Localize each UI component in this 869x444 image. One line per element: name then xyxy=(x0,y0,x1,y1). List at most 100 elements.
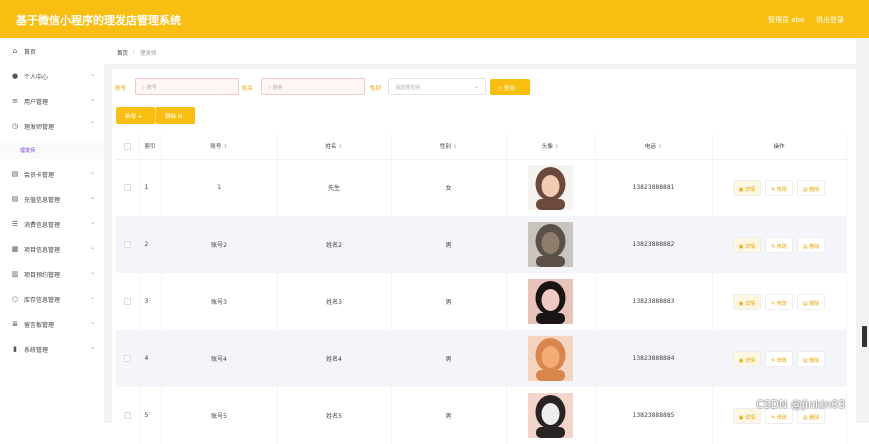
batch-delete-button[interactable]: 删除 ⊟ xyxy=(155,107,195,124)
row-account: 账号5 xyxy=(161,387,278,444)
search-icon: ⌕ xyxy=(142,85,145,91)
detail-button[interactable]: ▣ 详情 xyxy=(732,236,762,253)
name-search-placeholder: 姓名 xyxy=(272,85,283,91)
name-search-input[interactable]: ⌕ 姓名 xyxy=(261,78,365,95)
sidebar-item-home[interactable]: ⌂ 首页 xyxy=(0,41,104,61)
sidebar-item-member-cards[interactable]: ▤ 会员卡管理 ⌄ xyxy=(0,164,104,184)
row-checkbox[interactable] xyxy=(123,355,131,362)
column-header-avatar[interactable]: 头像 ⇕ xyxy=(506,134,596,160)
avatar[interactable] xyxy=(528,279,573,324)
barber-table: 索引 账号 ⇕ 姓名 ⇕ 性别 ⇕ 头像 ⇕ 电话 ⇕ 操作 1 1 先生女 138238888… xyxy=(116,134,847,444)
sidebar-subitem-label: 理发师 xyxy=(20,148,36,154)
row-select-cell[interactable] xyxy=(116,159,140,216)
row-checkbox[interactable] xyxy=(123,412,131,419)
row-avatar-cell xyxy=(506,387,596,444)
user-icon: ● xyxy=(11,72,19,80)
column-header-phone[interactable]: 电话 ⇕ xyxy=(595,134,713,160)
row-select-cell[interactable] xyxy=(116,273,140,330)
column-header-account[interactable]: 账号 ⇕ xyxy=(161,134,278,160)
sidebar-item-consumption[interactable]: ☰ 消费信息管理 ⌄ xyxy=(0,214,104,234)
sort-icon[interactable]: ⇕ xyxy=(338,144,342,150)
sidebar-item-projects[interactable]: ▦ 项目信息管理 ⌄ xyxy=(0,239,104,259)
row-avatar-cell xyxy=(506,216,596,273)
row-gender: 男 xyxy=(391,273,507,330)
delete-button[interactable]: ▤ 删除 xyxy=(796,293,826,310)
row-name: 姓名5 xyxy=(277,387,392,444)
column-header-gender[interactable]: 性别 ⇕ xyxy=(391,134,507,160)
row-phone: 13823888882 xyxy=(595,216,713,273)
sidebar-item-label: 留言板管理 xyxy=(24,322,55,329)
sort-icon[interactable]: ⇕ xyxy=(453,144,457,150)
edit-button[interactable]: ✎ 修改 xyxy=(765,179,793,196)
delete-button[interactable]: ▤ 删除 xyxy=(796,350,826,367)
sidebar-subitem-barber[interactable]: 理发师 xyxy=(0,141,104,159)
delete-button[interactable]: ▤ 删除 xyxy=(796,236,826,253)
row-avatar-cell xyxy=(506,159,596,216)
sidebar: ⌂ 首页 ● 个人中心 ⌄ ≡ 用户管理 ⌄ ◷ 理发师管理 ⌃ 理发师 ▤ 会… xyxy=(0,38,104,423)
row-phone: 13823888885 xyxy=(595,387,713,444)
chevron-down-icon: ⌄ xyxy=(90,344,96,351)
select-all-checkbox[interactable] xyxy=(123,142,131,150)
account-search-input[interactable]: ⌕ 账号 xyxy=(135,78,239,95)
row-gender: 女 xyxy=(391,159,507,216)
search-icon: ⌕ xyxy=(268,85,271,91)
row-select-cell[interactable] xyxy=(116,387,140,444)
row-index: 5 xyxy=(139,387,162,444)
avatar[interactable] xyxy=(528,165,573,211)
edit-button[interactable]: ✎ 修改 xyxy=(765,350,793,367)
row-avatar-cell xyxy=(506,330,596,387)
sidebar-item-inventory[interactable]: ○ 库存信息管理 ⌄ xyxy=(0,289,104,309)
plus-icon: + xyxy=(137,114,143,120)
sidebar-item-users[interactable]: ≡ 用户管理 ⌄ xyxy=(0,91,104,111)
row-gender: 男 xyxy=(391,330,507,387)
sidebar-item-barbers[interactable]: ◷ 理发师管理 ⌃ xyxy=(0,116,104,136)
edit-button[interactable]: ✎ 修改 xyxy=(765,236,793,253)
edit-button[interactable]: ✎ 修改 xyxy=(765,293,793,310)
add-button[interactable]: 新增 + xyxy=(116,107,155,124)
sidebar-item-label: 充值信息管理 xyxy=(24,197,61,204)
row-checkbox[interactable] xyxy=(123,241,131,248)
row-index: 2 xyxy=(139,216,162,273)
breadcrumb-home[interactable]: 首页 xyxy=(117,49,128,57)
avatar[interactable] xyxy=(528,393,573,438)
sort-icon[interactable]: ⇕ xyxy=(555,144,559,150)
sort-icon[interactable]: ⇕ xyxy=(658,144,662,150)
sidebar-item-system[interactable]: ▮ 系统管理 ⌄ xyxy=(0,339,104,359)
row-checkbox[interactable] xyxy=(123,298,131,305)
detail-button[interactable]: ▣ 详情 xyxy=(732,350,762,367)
row-gender: 男 xyxy=(391,216,507,273)
sort-icon[interactable]: ⇕ xyxy=(223,144,227,150)
edit-icon: ✎ xyxy=(771,300,776,307)
grid-icon: ▦ xyxy=(11,245,19,253)
query-button[interactable]: ⌕ 查询 xyxy=(490,79,530,95)
sidebar-item-messages[interactable]: ≣ 留言板管理 ⌄ xyxy=(0,314,104,334)
scrollbar-thumb[interactable] xyxy=(862,326,867,347)
sidebar-item-profile[interactable]: ● 个人中心 ⌄ xyxy=(0,66,104,86)
detail-button[interactable]: ▣ 详情 xyxy=(732,179,762,196)
row-checkbox[interactable] xyxy=(123,184,131,192)
chevron-down-icon: ⌄ xyxy=(90,194,96,201)
sidebar-item-appointments[interactable]: ▥ 项目预约管理 ⌄ xyxy=(0,264,104,284)
chevron-down-icon: ⌄ xyxy=(90,96,96,103)
avatar[interactable] xyxy=(528,222,573,267)
row-select-cell[interactable] xyxy=(116,216,140,273)
logout-link[interactable]: 退出登录 xyxy=(816,15,844,25)
select-all-header[interactable] xyxy=(116,134,140,160)
edit-icon: ✎ xyxy=(771,243,776,250)
row-actions: ▣ 详情 ✎ 修改 ▤ 删除 xyxy=(712,159,847,216)
detail-button[interactable]: ▣ 详情 xyxy=(732,293,762,310)
sidebar-item-recharge[interactable]: ▤ 充值信息管理 ⌄ xyxy=(0,189,104,209)
trash-icon: ▤ xyxy=(802,243,808,250)
row-phone: 13823888883 xyxy=(595,273,713,330)
delete-button-label: 删除 xyxy=(165,114,177,120)
chevron-down-icon: ⌄ xyxy=(90,71,96,78)
trash-icon: ▤ xyxy=(802,186,808,193)
delete-button[interactable]: ▤ 删除 xyxy=(796,179,826,196)
row-name: 先生 xyxy=(277,159,392,216)
chevron-down-icon: ⌄ xyxy=(90,269,96,276)
chevron-down-icon: ⌄ xyxy=(90,219,96,226)
row-select-cell[interactable] xyxy=(116,330,140,387)
column-header-name[interactable]: 姓名 ⇕ xyxy=(277,134,392,160)
avatar[interactable] xyxy=(528,336,573,381)
gender-select[interactable]: 请选择性别 ⌄ xyxy=(388,78,486,95)
